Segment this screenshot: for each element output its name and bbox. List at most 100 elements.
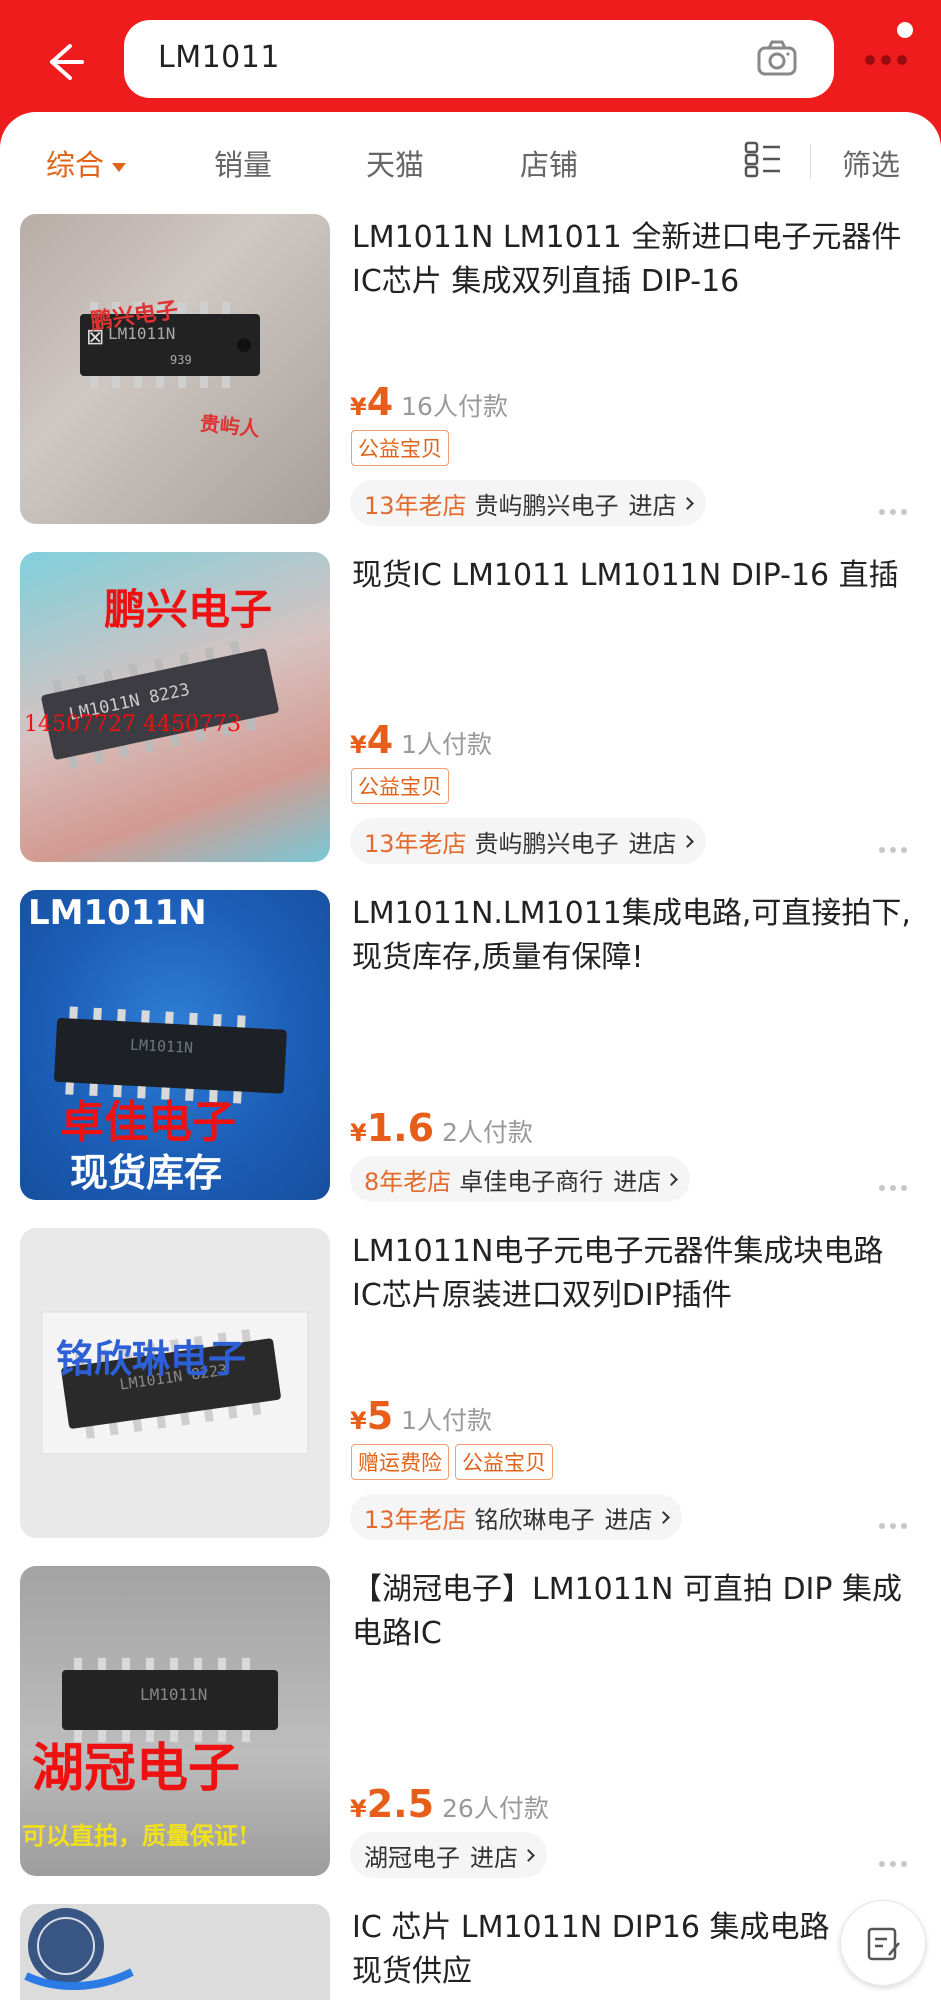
watermark-text: 现货库存	[70, 1150, 223, 1195]
product-card[interactable]: IC 芯片 LM1011N DIP16 集成电路 现货供应	[0, 1904, 941, 2000]
search-input[interactable]: LM1011	[158, 40, 280, 75]
back-button[interactable]	[34, 34, 90, 90]
chip-illustration: LM1011N 8223	[41, 1311, 309, 1455]
floating-edit-button[interactable]	[840, 1900, 926, 1986]
more-options-icon[interactable]	[879, 1852, 915, 1867]
product-title[interactable]: 现货IC LM1011 LM1011N DIP-16 直插	[352, 554, 912, 598]
price-row: ¥4 16人付款	[350, 380, 508, 424]
tab-tmall[interactable]: 天猫	[366, 142, 424, 184]
enter-shop-label: 进店	[613, 1167, 662, 1196]
price-row: ¥2.5 26人付款	[350, 1782, 549, 1826]
shop-age-badge: 13年老店	[364, 1505, 467, 1534]
tag-badge: 赠运费险	[351, 1444, 449, 1480]
image-headline: LM1011N	[28, 893, 207, 933]
price-row: ¥5 1人付款	[350, 1394, 492, 1438]
more-menu-icon[interactable]	[865, 50, 915, 65]
product-card[interactable]: LM1011N 8223 鹏兴电子 14507727 4450773 现货IC …	[0, 552, 941, 890]
more-options-icon[interactable]	[879, 1176, 915, 1191]
shop-link[interactable]: 13年老店 贵屿鹏兴电子 进店	[350, 480, 706, 526]
tab-shops[interactable]: 店铺	[520, 142, 578, 184]
tag-list: 赠运费险 公益宝贝	[351, 1444, 559, 1480]
product-title[interactable]: 【湖冠电子】LM1011N 可直拍 DIP 集成电路IC	[352, 1568, 912, 1656]
shop-name: 湖冠电子	[364, 1843, 460, 1872]
search-bar[interactable]: LM1011	[124, 20, 834, 98]
product-title[interactable]: LM1011N LM1011 全新进口电子元器件IC芯片 集成双列直插 DIP-…	[352, 216, 912, 304]
product-price: 1.6	[366, 1106, 435, 1150]
shop-name: 铭欣琳电子	[474, 1505, 595, 1534]
chevron-right-icon	[522, 1848, 535, 1862]
arrow-left-icon	[50, 44, 84, 80]
product-image[interactable]: LM1011N 8223 铭欣琳电子	[20, 1228, 330, 1538]
watermark-text: 鹏兴电子	[104, 585, 273, 634]
paid-count: 16人付款	[401, 392, 508, 421]
product-card[interactable]: LM1011N 8223 铭欣琳电子 LM1011N电子元电子元器件集成块电路I…	[0, 1228, 941, 1566]
tag-badge: 公益宝贝	[351, 430, 449, 466]
shop-name: 贵屿鹏兴电子	[474, 491, 619, 520]
tab-comprehensive[interactable]: 综合	[46, 142, 127, 184]
watermark-text: 卓佳电子	[60, 1097, 236, 1148]
shop-age-badge: 13年老店	[364, 491, 467, 520]
price-row: ¥4 1人付款	[350, 718, 492, 762]
watermark-text: 湖冠电子	[32, 1738, 241, 1799]
shop-name: 卓佳电子商行	[459, 1167, 604, 1196]
product-price: 2.5	[366, 1782, 435, 1826]
paid-count: 26人付款	[442, 1794, 549, 1823]
shop-link[interactable]: 13年老店 铭欣琳电子 进店	[350, 1494, 682, 1540]
edit-note-icon	[867, 1927, 900, 1961]
watermark-text: 贵屿人	[198, 410, 261, 442]
shop-link[interactable]: 湖冠电子 进店	[350, 1832, 547, 1878]
product-title[interactable]: LM1011N电子元电子元器件集成块电路IC芯片原装进口双列DIP插件	[352, 1230, 912, 1318]
product-price: 5	[366, 1394, 394, 1438]
paid-count: 2人付款	[442, 1118, 533, 1147]
more-options-icon[interactable]	[879, 838, 915, 853]
enter-shop-label: 进店	[604, 1505, 653, 1534]
currency-symbol: ¥	[350, 393, 367, 421]
camera-icon[interactable]	[754, 36, 800, 82]
tag-list: 公益宝贝	[351, 768, 455, 804]
tab-sales[interactable]: 销量	[214, 142, 272, 184]
shop-age-badge: 8年老店	[364, 1167, 452, 1196]
product-title[interactable]: LM1011N.LM1011集成电路,可直接拍下,现货库存,质量有保障!	[352, 892, 912, 980]
chip-code: 939	[170, 353, 192, 367]
currency-symbol: ¥	[350, 1407, 367, 1435]
enter-shop-label: 进店	[628, 491, 677, 520]
product-image[interactable]: LM1011N 939 ⊠ 鹏兴电子 贵屿人	[20, 214, 330, 524]
filter-button[interactable]: 筛选	[842, 142, 900, 184]
list-view-icon[interactable]	[744, 140, 782, 178]
chip-marking: LM1011N	[129, 1036, 193, 1057]
watermark-text: 14507727 4450773	[24, 712, 241, 737]
chip-marking: LM1011N	[140, 1685, 207, 1704]
shop-link[interactable]: 8年老店 卓佳电子商行 进店	[350, 1156, 691, 1202]
product-title[interactable]: IC 芯片 LM1011N DIP16 集成电路 现货供应	[352, 1906, 852, 1994]
watermark-text: 可以直拍，质量保证!	[22, 1821, 249, 1850]
paid-count: 1人付款	[401, 1406, 493, 1435]
forum-logo	[24, 1908, 134, 1991]
more-options-icon[interactable]	[879, 1514, 915, 1529]
product-image[interactable]: LM1011N LM1011N 卓佳电子 现货库存	[20, 890, 330, 1200]
chip-illustration: LM1011N 939 ⊠	[80, 302, 260, 388]
filter-divider	[810, 144, 811, 178]
product-image[interactable]: LM1011N 8223 鹏兴电子 14507727 4450773	[20, 552, 330, 862]
shop-link[interactable]: 13年老店 贵屿鹏兴电子 进店	[350, 818, 706, 864]
product-image[interactable]: LM1011N 湖冠电子 可以直拍，质量保证!	[20, 1566, 330, 1876]
product-card[interactable]: LM1011N 939 ⊠ 鹏兴电子 贵屿人 LM1011N LM1011 全新…	[0, 214, 941, 552]
product-card[interactable]: LM1011N 湖冠电子 可以直拍，质量保证! 【湖冠电子】LM1011N 可直…	[0, 1566, 941, 1904]
chevron-right-icon	[680, 834, 694, 848]
product-card[interactable]: LM1011N LM1011N 卓佳电子 现货库存 LM1011N.LM1011…	[0, 890, 941, 1228]
chevron-right-icon	[680, 496, 694, 510]
price-row: ¥1.6 2人付款	[350, 1106, 533, 1150]
watermark-text: 铭欣琳电子	[56, 1336, 247, 1381]
currency-symbol: ¥	[350, 1119, 367, 1147]
chevron-right-icon	[656, 1510, 670, 1524]
currency-symbol: ¥	[350, 1795, 367, 1823]
caret-down-icon	[112, 162, 127, 172]
product-price: 4	[366, 380, 394, 424]
enter-shop-label: 进店	[470, 1843, 518, 1872]
shop-age-badge: 13年老店	[364, 829, 467, 858]
more-options-icon[interactable]	[879, 500, 915, 515]
tag-badge: 公益宝贝	[455, 1444, 553, 1480]
notification-dot	[897, 22, 913, 38]
currency-symbol: ¥	[350, 731, 367, 759]
paid-count: 1人付款	[401, 730, 493, 759]
enter-shop-label: 进店	[628, 829, 677, 858]
